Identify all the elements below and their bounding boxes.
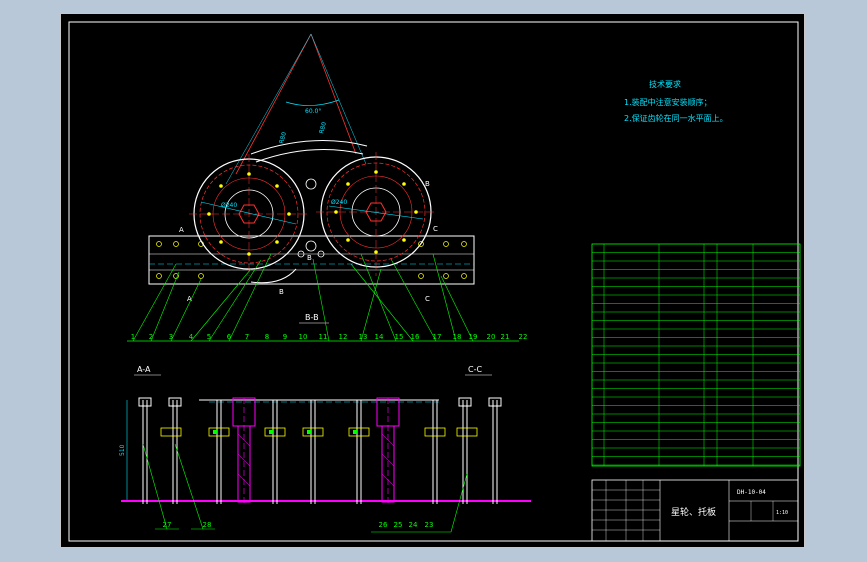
balloon-12: 12 [339, 333, 348, 341]
notes-line-1: 1.装配中注意安装顺序； [624, 97, 712, 107]
view-mark-c-bottom: C [425, 295, 430, 303]
balloon-21: 21 [501, 333, 510, 341]
leader-lines [132, 253, 474, 342]
angle-arc [285, 99, 340, 106]
balloon-27: 27 [163, 521, 172, 529]
aa-bracket [160, 427, 182, 437]
view-mark-c-top: C [433, 225, 438, 233]
balloon-1: 1 [131, 333, 135, 341]
balloons-top: 1 2 3 4 5 6 7 8 9 10 11 12 13 14 15 16 17 18 19 20 21 22 [131, 333, 528, 341]
section-views: 510 [119, 397, 531, 504]
part-name: 星轮、托板 [671, 506, 716, 518]
view-mark-a-top: A [179, 226, 184, 234]
view-mark-b-right: B [425, 180, 430, 188]
section-label-aa: A-A [137, 365, 151, 374]
drawing-number: DH-10-04 [737, 489, 766, 496]
right-star-wheel [316, 152, 436, 276]
balloon-25: 25 [394, 521, 403, 529]
scale-value: 1:10 [776, 510, 788, 516]
lower-arc [250, 268, 297, 284]
parts-list [591, 243, 801, 467]
upper-guide-arc [250, 140, 368, 155]
balloon-20: 20 [487, 333, 496, 341]
radial-dim-1: R80 [278, 131, 288, 144]
drawing-sheet: 60.0° R80 R80 Ø240 Ø240 A A B B B C C 技术… [60, 13, 805, 548]
left-wheel-diameter: Ø240 [221, 202, 237, 209]
section-label-cc: C-C [468, 365, 482, 374]
title-block: DH-10-04 星轮、托板 1:10 [591, 479, 799, 542]
aa-posts [138, 397, 182, 504]
balloon-24: 24 [409, 521, 418, 529]
balloons-bottom: 27 28 26 25 24 23 [163, 521, 434, 529]
balloon-26: 26 [379, 521, 388, 529]
balloon-15: 15 [395, 333, 404, 341]
cad-drawing: 60.0° R80 R80 Ø240 Ø240 A A B B B C C 技术… [68, 21, 801, 542]
section-label-bb: B-B [305, 313, 319, 322]
balloon-9: 9 [283, 333, 287, 341]
center-rollers [297, 178, 325, 258]
balloon-18: 18 [453, 333, 462, 341]
angle-dim-label: 60.0° [305, 108, 321, 115]
upper-guide-arc-inner [255, 149, 364, 163]
right-shaft [376, 397, 400, 504]
height-dim-label: 510 [119, 444, 126, 456]
left-star-wheel [189, 154, 309, 276]
cone-dim-lines [225, 33, 367, 185]
balloon-11: 11 [319, 333, 328, 341]
balloon-22: 22 [519, 333, 528, 341]
bb-brackets [208, 427, 446, 437]
cc-posts [458, 397, 502, 504]
balloon-4: 4 [189, 333, 194, 341]
balloon-28: 28 [203, 521, 212, 529]
top-view: 60.0° R80 R80 Ø240 Ø240 A A B B B C C [148, 33, 475, 303]
balloon-14: 14 [375, 333, 384, 341]
notes-heading: 技术要求 [649, 79, 681, 89]
notes-line-2: 2.保证齿轮在同一水平面上。 [624, 113, 728, 123]
radial-dim-2: R80 [318, 121, 328, 134]
view-mark-b-center: B [307, 254, 312, 262]
technical-notes: 技术要求 1.装配中注意安装顺序； 2.保证齿轮在同一水平面上。 [624, 79, 728, 123]
balloon-8: 8 [265, 333, 269, 341]
bottom-leaders [142, 443, 468, 533]
right-wheel-diameter: Ø240 [331, 199, 347, 206]
balloon-23: 23 [425, 521, 434, 529]
balloon-3: 3 [169, 333, 173, 341]
balloon-7: 7 [245, 333, 249, 341]
left-shaft [232, 397, 256, 504]
balloon-10: 10 [299, 333, 308, 341]
view-mark-b-lower: B [279, 288, 284, 296]
balloon-5: 5 [207, 333, 211, 341]
